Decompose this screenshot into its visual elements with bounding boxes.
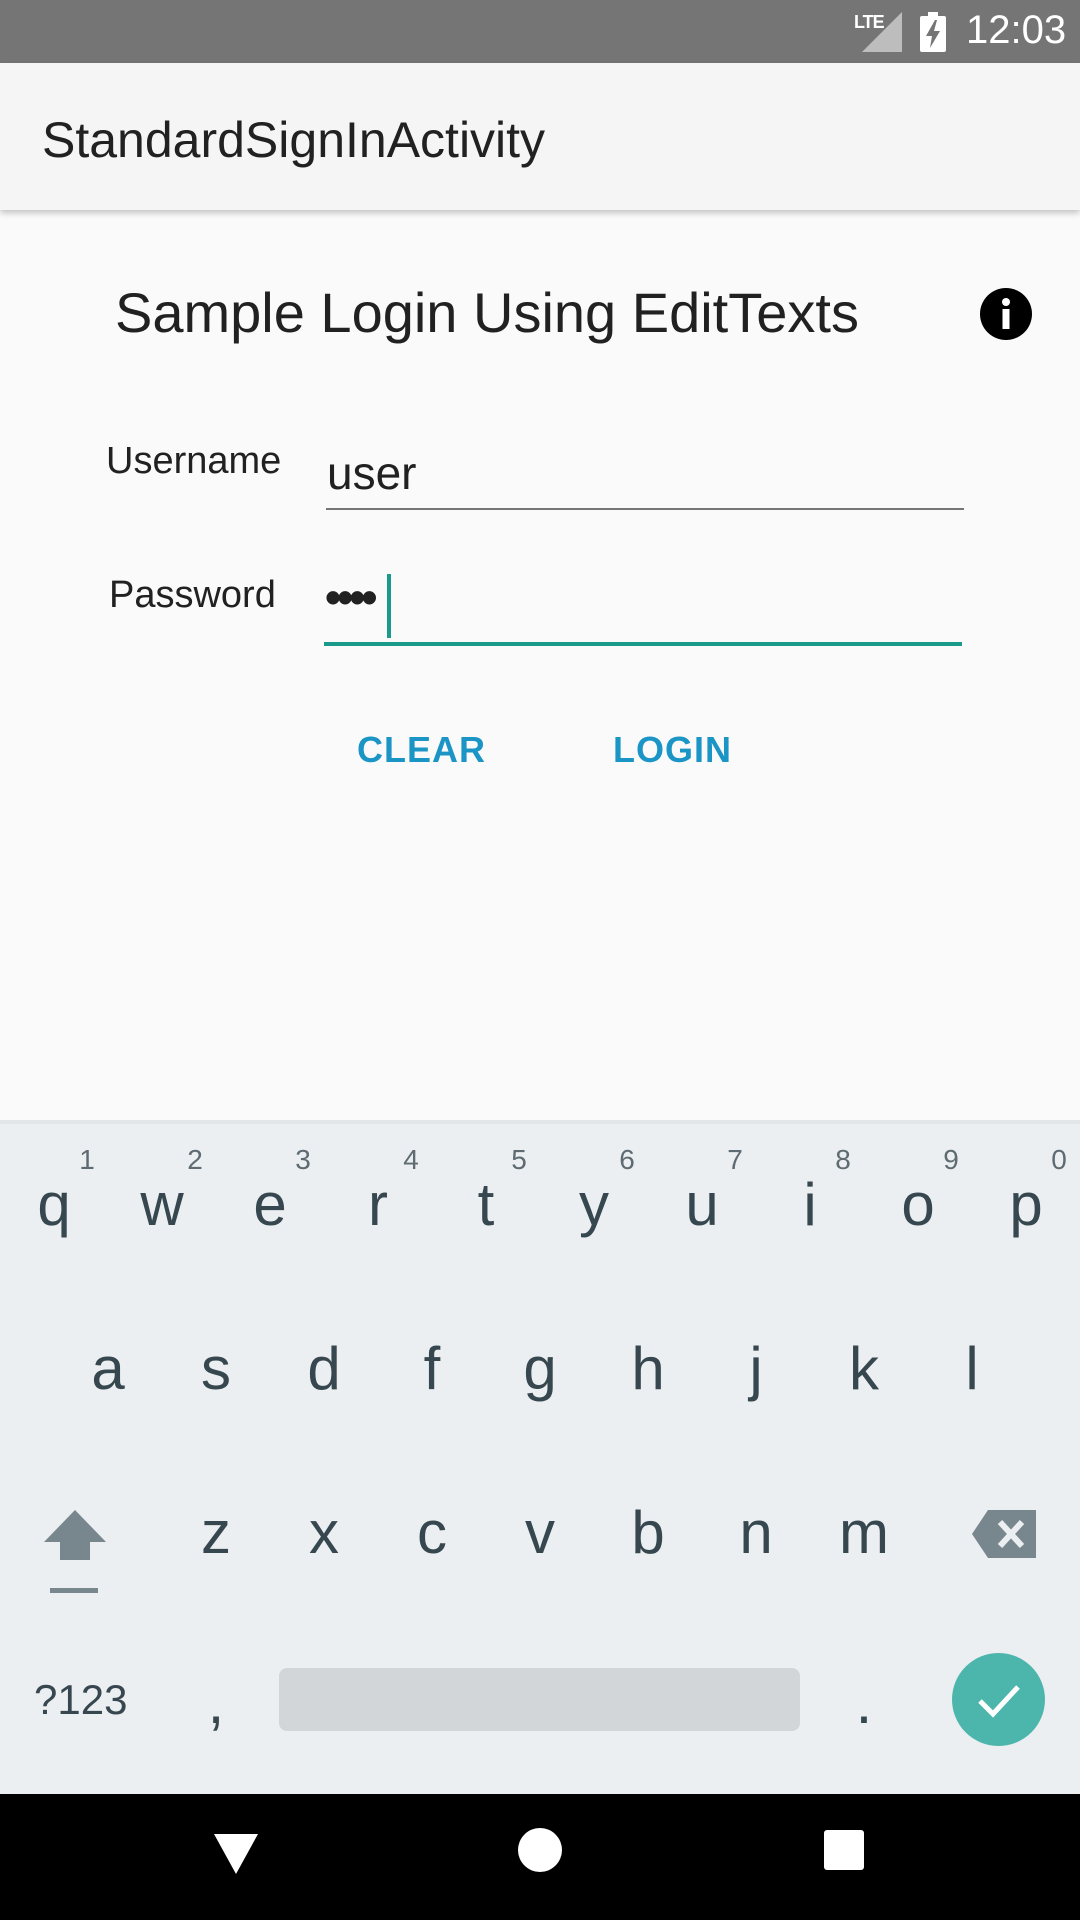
recent-apps-icon[interactable] — [824, 1830, 864, 1870]
key-y[interactable]: y — [544, 1170, 644, 1239]
login-button[interactable]: LOGIN — [613, 729, 732, 771]
key-o[interactable]: o — [868, 1170, 968, 1239]
app-title: StandardSignInActivity — [42, 112, 546, 168]
app-bar: StandardSignInActivity — [0, 63, 1080, 210]
key-b[interactable]: b — [598, 1498, 698, 1567]
key-hint: 6 — [619, 1144, 635, 1175]
username-value: user — [327, 447, 417, 499]
key-m[interactable]: m — [814, 1498, 914, 1567]
key-w[interactable]: w — [112, 1170, 212, 1239]
key-c[interactable]: c — [382, 1498, 482, 1567]
key-hint: 0 — [1051, 1144, 1067, 1175]
page-heading: Sample Login Using EditTexts — [115, 281, 859, 344]
key-hint: 2 — [187, 1144, 203, 1175]
key-k[interactable]: k — [814, 1334, 914, 1403]
username-label: Username — [106, 440, 282, 482]
key-q[interactable]: q — [4, 1170, 104, 1239]
checkmark-icon — [978, 1685, 1020, 1718]
key-f[interactable]: f — [382, 1334, 482, 1403]
key-n[interactable]: n — [706, 1498, 806, 1567]
text-cursor — [387, 574, 391, 638]
key-period[interactable]: . — [814, 1668, 914, 1737]
key-a[interactable]: a — [58, 1334, 158, 1403]
clear-button[interactable]: CLEAR — [357, 729, 486, 771]
key-e[interactable]: e — [220, 1170, 320, 1239]
key-r[interactable]: r — [328, 1170, 428, 1239]
key-x[interactable]: x — [274, 1498, 374, 1567]
key-t[interactable]: t — [436, 1170, 536, 1239]
status-bar: LTE 12:03 — [0, 0, 1080, 63]
key-i[interactable]: i — [760, 1170, 860, 1239]
key-hint: 9 — [943, 1144, 959, 1175]
username-field[interactable]: user — [326, 438, 964, 510]
symbols-key[interactable]: ?123 — [34, 1676, 127, 1724]
key-l[interactable]: l — [922, 1334, 1022, 1403]
key-hint: 3 — [295, 1144, 311, 1175]
key-g[interactable]: g — [490, 1334, 590, 1403]
back-icon[interactable] — [214, 1834, 258, 1874]
key-hint: 7 — [727, 1144, 743, 1175]
key-z[interactable]: z — [166, 1498, 266, 1567]
done-key[interactable] — [952, 1653, 1045, 1746]
signal-icon — [862, 12, 902, 52]
backspace-icon[interactable] — [972, 1510, 1036, 1558]
key-hint: 8 — [835, 1144, 851, 1175]
key-hint: 1 — [79, 1144, 95, 1175]
key-s[interactable]: s — [166, 1334, 266, 1403]
shift-icon[interactable] — [42, 1508, 108, 1598]
key-p[interactable]: p — [976, 1170, 1076, 1239]
navigation-bar — [0, 1794, 1080, 1920]
info-icon[interactable] — [979, 287, 1033, 341]
key-hint: 5 — [511, 1144, 527, 1175]
key-d[interactable]: d — [274, 1334, 374, 1403]
space-bar[interactable] — [279, 1668, 800, 1731]
key-u[interactable]: u — [652, 1170, 752, 1239]
key-v[interactable]: v — [490, 1498, 590, 1567]
key-h[interactable]: h — [598, 1334, 698, 1403]
status-time: 12:03 — [966, 8, 1067, 52]
key-hint: 4 — [403, 1144, 419, 1175]
password-value: •••• — [325, 571, 377, 623]
battery-charging-icon — [920, 12, 946, 52]
key-j[interactable]: j — [706, 1334, 806, 1403]
key-comma[interactable]: , — [166, 1668, 266, 1737]
home-icon[interactable] — [518, 1828, 562, 1872]
password-field[interactable]: •••• — [324, 566, 962, 646]
password-label: Password — [109, 574, 276, 616]
